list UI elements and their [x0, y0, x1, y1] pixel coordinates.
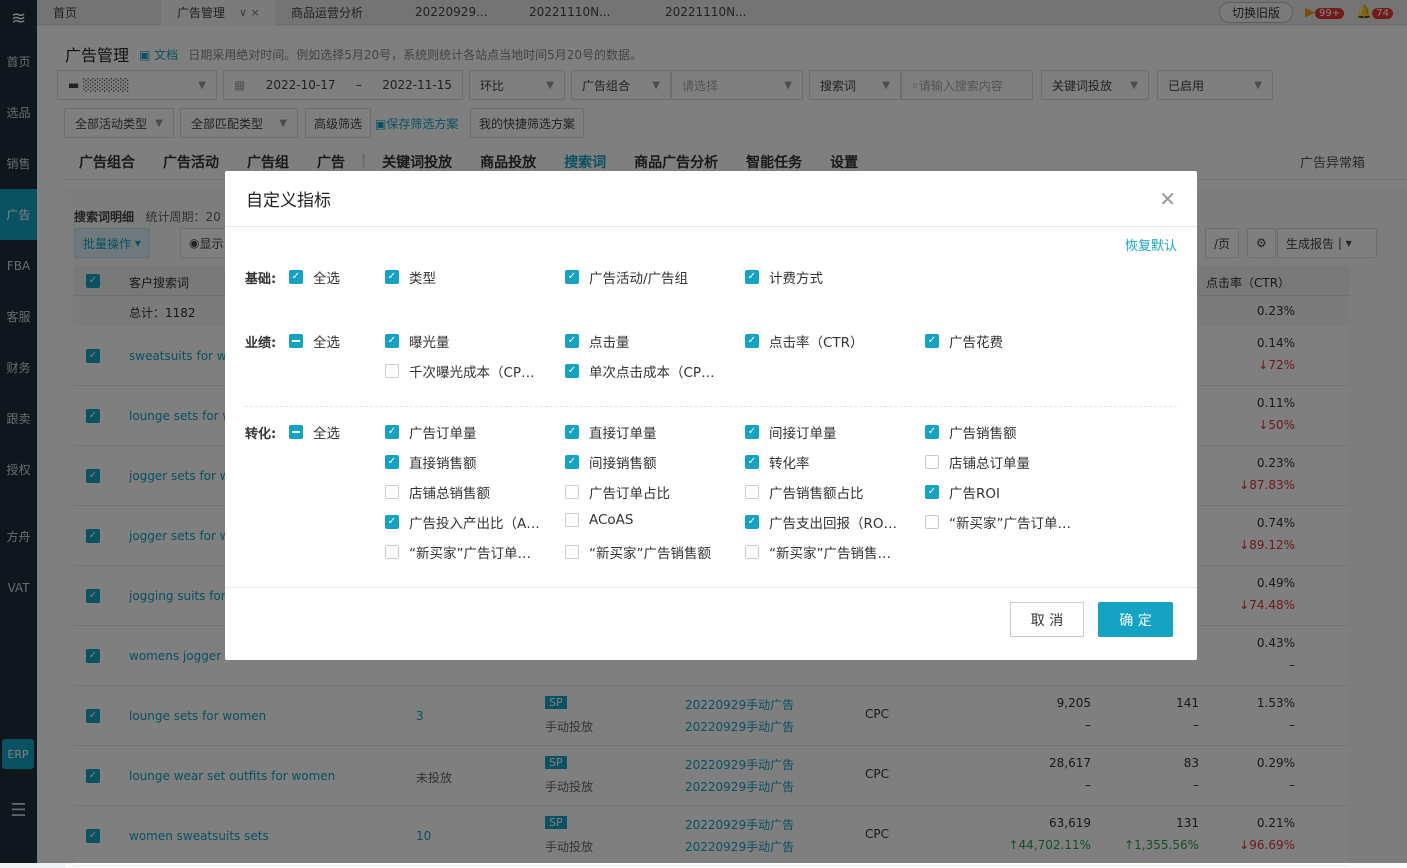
- checkbox-box: ✓: [745, 425, 759, 439]
- metric-checkbox[interactable]: ✓ 广告投入产出比（A…: [385, 512, 540, 532]
- select-all-checkbox[interactable]: 全选: [289, 331, 340, 351]
- checkbox-box: ✓: [385, 270, 399, 284]
- checkbox-box: [745, 485, 759, 499]
- checkbox-box: [565, 485, 579, 499]
- metric-checkbox[interactable]: ✓ 间接销售额: [565, 452, 657, 472]
- checkbox-box: ✓: [385, 515, 399, 529]
- checkbox-box: [385, 364, 399, 378]
- select-all-checkbox[interactable]: 全选: [289, 422, 340, 442]
- metric-checkbox[interactable]: ✓ 广告支出回报（RO…: [745, 512, 897, 532]
- checkbox-box: [745, 545, 759, 559]
- select-all-checkbox[interactable]: ✓ 全选: [289, 267, 340, 287]
- metric-checkbox[interactable]: 店铺总订单量: [925, 452, 1030, 472]
- metric-checkbox[interactable]: ✓ 广告ROI: [925, 482, 1000, 502]
- checkbox-box: [289, 425, 303, 439]
- checkbox-box: [565, 545, 579, 559]
- metric-checkbox[interactable]: “新买家”广告销售额: [565, 542, 711, 562]
- metric-checkbox[interactable]: ✓ 直接订单量: [565, 422, 657, 442]
- metric-checkbox[interactable]: 千次曝光成本（CP…: [385, 361, 535, 381]
- metric-checkbox[interactable]: “新买家”广告销售…: [745, 542, 891, 562]
- metric-checkbox[interactable]: “新买家”广告订单…: [925, 512, 1071, 532]
- dialog-title: 自定义指标: [246, 191, 331, 211]
- metric-checkbox[interactable]: ✓ 单次点击成本（CP…: [565, 361, 715, 381]
- checkbox-box: [385, 545, 399, 559]
- checkbox-box: ✓: [565, 270, 579, 284]
- checkbox-box: ✓: [565, 425, 579, 439]
- checkbox-box: ✓: [385, 334, 399, 348]
- close-icon[interactable]: ✕: [1159, 187, 1176, 211]
- checkbox-box: ✓: [385, 455, 399, 469]
- checkbox-box: ✓: [745, 515, 759, 529]
- metric-checkbox[interactable]: 广告销售额占比: [745, 482, 864, 502]
- metric-checkbox[interactable]: “新买家”广告订单…: [385, 542, 531, 562]
- metric-checkbox[interactable]: ✓ 类型: [385, 267, 436, 287]
- checkbox-box: ✓: [565, 334, 579, 348]
- checkbox-box: ✓: [925, 485, 939, 499]
- cancel-button[interactable]: 取 消: [1010, 602, 1084, 637]
- checkbox-box: ✓: [745, 334, 759, 348]
- checkbox-box: [289, 334, 303, 348]
- metric-checkbox[interactable]: ✓ 点击量: [565, 331, 630, 351]
- restore-default-link[interactable]: 恢复默认: [1125, 235, 1177, 254]
- checkbox-box: ✓: [925, 334, 939, 348]
- checkbox-box: ✓: [385, 425, 399, 439]
- checkbox-box: ✓: [565, 364, 579, 378]
- checkbox-box: ✓: [745, 455, 759, 469]
- checkbox-box: [925, 455, 939, 469]
- metric-checkbox[interactable]: ✓ 曝光量: [385, 331, 450, 351]
- group-label: 转化:: [245, 427, 277, 442]
- checkbox-box: ✓: [565, 455, 579, 469]
- metric-checkbox[interactable]: 广告订单占比: [565, 482, 670, 502]
- metric-checkbox[interactable]: ✓ 广告花费: [925, 331, 1003, 351]
- confirm-button[interactable]: 确 定: [1098, 602, 1173, 637]
- metric-checkbox[interactable]: ✓ 间接订单量: [745, 422, 837, 442]
- group-label: 业绩:: [245, 336, 277, 351]
- checkbox-box: [565, 513, 579, 527]
- metric-checkbox[interactable]: ✓ 点击率（CTR）: [745, 331, 864, 351]
- metric-checkbox[interactable]: 店铺总销售额: [385, 482, 490, 502]
- group-label: 基础:: [245, 272, 277, 287]
- metric-checkbox[interactable]: ✓ 广告订单量: [385, 422, 477, 442]
- metric-checkbox[interactable]: ACoAS: [565, 512, 634, 528]
- group-divider: [245, 406, 1177, 407]
- checkbox-box: [385, 485, 399, 499]
- checkbox-box: [925, 515, 939, 529]
- checkbox-box: ✓: [925, 425, 939, 439]
- metric-checkbox[interactable]: ✓ 广告销售额: [925, 422, 1017, 442]
- metric-checkbox[interactable]: ✓ 转化率: [745, 452, 810, 472]
- metric-checkbox[interactable]: ✓ 直接销售额: [385, 452, 477, 472]
- custom-metrics-dialog: 自定义指标 ✕ 恢复默认 基础: ✓ 全选 ✓ 类型 ✓ 广告活动/广告组 ✓ 计费方式 业绩: 全…: [225, 171, 1197, 660]
- checkbox-box: ✓: [745, 270, 759, 284]
- metric-checkbox[interactable]: ✓ 计费方式: [745, 267, 823, 287]
- metric-checkbox[interactable]: ✓ 广告活动/广告组: [565, 267, 688, 287]
- checkbox-box: ✓: [289, 270, 303, 284]
